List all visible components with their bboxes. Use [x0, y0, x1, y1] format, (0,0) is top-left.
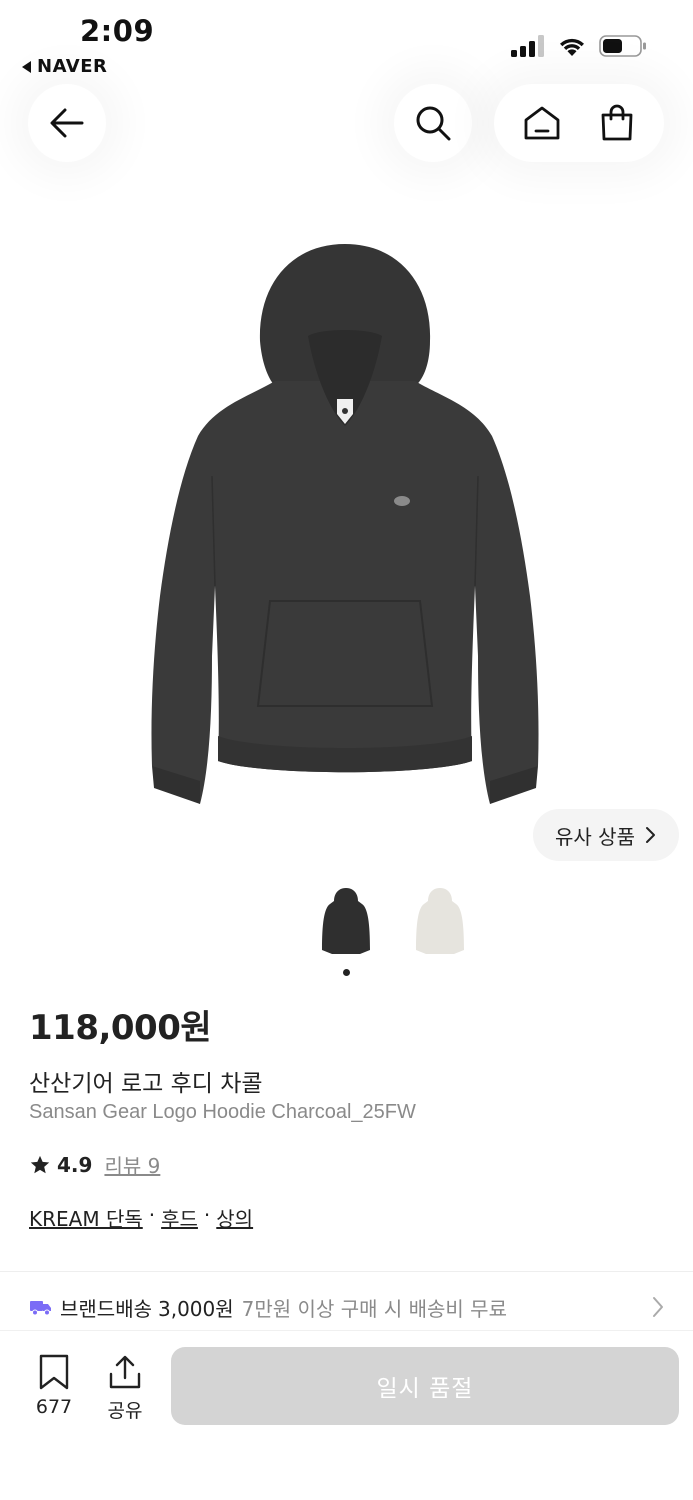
tag-hood[interactable]: 후드 — [161, 1203, 198, 1232]
back-button[interactable] — [28, 84, 106, 162]
tag-top[interactable]: 상의 — [216, 1203, 253, 1232]
back-triangle-icon — [22, 60, 31, 73]
similar-products-button[interactable]: 유사 상품 — [533, 809, 679, 861]
bookmark-button[interactable]: 677 — [30, 1354, 78, 1418]
shipping-label: 브랜드배송 — [60, 1296, 152, 1321]
section-divider — [0, 1271, 693, 1272]
share-icon — [109, 1355, 141, 1389]
share-label: 공유 — [107, 1400, 143, 1422]
bookmark-icon — [39, 1354, 69, 1390]
search-button[interactable] — [394, 84, 472, 162]
gallery-page-indicator — [343, 969, 350, 976]
status-time: 2:09 — [80, 14, 155, 48]
star-icon — [30, 1155, 50, 1173]
shipping-condition: 7만원 이상 구매 시 배송비 무료 — [241, 1296, 507, 1321]
product-tags: KREAM 단독 · 후드 · 상의 — [29, 1203, 253, 1232]
review-link[interactable]: 리뷰 9 — [104, 1150, 160, 1179]
tag-kream-exclusive[interactable]: KREAM 단독 — [29, 1203, 143, 1232]
product-price: 118,000원 — [29, 1008, 212, 1048]
share-button[interactable]: 공유 — [102, 1354, 148, 1423]
arrow-left-icon — [50, 108, 84, 138]
rating-value: 4.9 — [57, 1152, 93, 1177]
section-divider — [0, 1330, 693, 1331]
shipping-info-row[interactable]: 브랜드배송 3,000원 7만원 이상 구매 시 배송비 무료 — [30, 1290, 670, 1324]
product-name-ko: 산산기어 로고 후디 차콜 — [29, 1071, 263, 1097]
bookmark-count: 677 — [35, 1396, 73, 1418]
rating-row: 4.9 리뷰 9 — [29, 1150, 160, 1179]
tag-separator: · — [203, 1203, 211, 1227]
chevron-right-icon — [645, 827, 655, 843]
battery-icon — [599, 35, 646, 57]
back-app-label: NAVER — [37, 56, 108, 77]
product-image[interactable] — [140, 236, 550, 816]
back-to-app-link[interactable]: NAVER — [22, 56, 107, 77]
search-icon — [416, 106, 451, 141]
sold-out-button[interactable]: 일시 품절 — [171, 1347, 679, 1425]
thumbnail-ivory[interactable] — [412, 884, 468, 960]
thumbnail-charcoal[interactable] — [318, 884, 374, 960]
shopping-bag-icon[interactable] — [597, 103, 637, 143]
truck-icon — [30, 1301, 51, 1316]
nav-actions-group — [494, 84, 664, 162]
signal-icon — [511, 35, 544, 57]
wifi-icon — [560, 38, 584, 56]
tag-separator: · — [148, 1203, 156, 1227]
home-icon[interactable] — [522, 103, 562, 143]
color-thumbnails — [318, 884, 468, 960]
product-name-en: Sansan Gear Logo Hoodie Charcoal_25FW — [29, 1101, 416, 1123]
similar-products-label: 유사 상품 — [555, 824, 635, 849]
shipping-amount: 3,000원 — [158, 1296, 234, 1321]
status-icons — [511, 34, 647, 58]
chevron-right-icon — [653, 1297, 663, 1317]
